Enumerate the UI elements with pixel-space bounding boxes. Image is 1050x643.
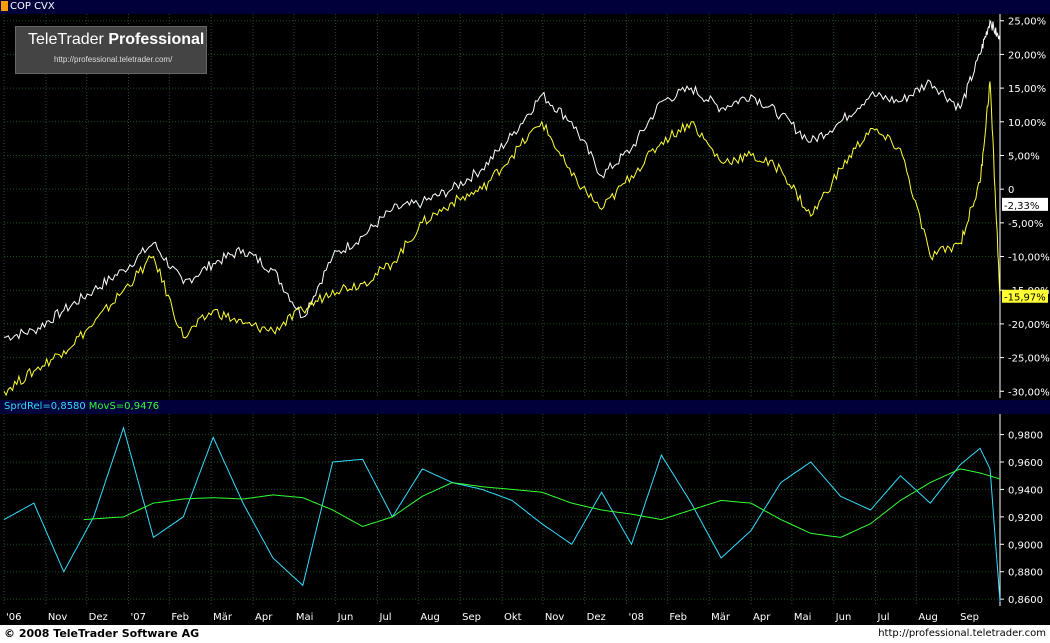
y-tick-label: 0,9400 (1008, 485, 1043, 496)
x-tick-label: Nov (48, 612, 68, 623)
y-tick-label: 0,9600 (1008, 458, 1043, 469)
footer-url: http://professional.teletrader.com (878, 628, 1046, 639)
x-tick-label: Mär (213, 612, 233, 623)
series-line-movs (83, 468, 1001, 538)
y-tick-label: -5,00% (1008, 219, 1043, 230)
x-tick-label: Dez (587, 612, 606, 623)
x-tick-label: Apr (255, 612, 273, 623)
footer: © 2008 TeleTrader Software AG http://pro… (0, 625, 1050, 643)
x-tick-label: Mai (794, 612, 812, 623)
x-tick-label: Nov (545, 612, 565, 623)
x-tick-label: Sep (960, 612, 979, 623)
chart-window: '06 Nov Dez '07 Feb Mär Apr Mai Jun Jul Aug Sep Okt N… (0, 0, 1050, 643)
y-tick-label: 15,00% (1008, 84, 1046, 95)
last-value-label: -15,97% (1004, 293, 1046, 304)
chart-canvas: '06 Nov Dez '07 Feb Mär Apr Mai Jun Jul Aug Sep Okt N… (3, 14, 1050, 623)
x-tick-label: '06 (6, 612, 21, 623)
x-tick-label: Okt (504, 612, 522, 623)
x-tick-label: Apr (753, 612, 771, 623)
y-tick-label: 0,9000 (1008, 540, 1043, 551)
movs-label: MovS=0,9476 (88, 401, 160, 412)
series-marker-icon (1, 1, 8, 11)
x-tick-label: Jul (877, 612, 890, 623)
logo-brand: TeleTrader Professional (28, 31, 205, 48)
last-value-label: -2,33% (1004, 201, 1039, 212)
x-tick-label: Aug (918, 612, 938, 623)
y-tick-label: -10,00% (1008, 253, 1050, 264)
x-tick-label: Jun (835, 612, 852, 623)
y-tick-label: 5,00% (1008, 151, 1040, 162)
x-tick-label: '07 (131, 612, 146, 623)
y-tick-label: 0,9200 (1008, 513, 1043, 524)
x-tick-label: Mär (711, 612, 731, 623)
y-tick-label: -25,00% (1008, 354, 1050, 365)
y-tick-label: 10,00% (1008, 118, 1046, 129)
title-bar: COP CVX (0, 0, 1050, 14)
y-tick-label: -30,00% (1008, 387, 1050, 398)
y-tick-label: 0,9800 (1008, 431, 1043, 442)
sprd-label: SprdRel=0,8580 (4, 401, 86, 412)
y-tick-label: 0,8600 (1008, 595, 1043, 606)
x-tick-label: Feb (669, 612, 687, 623)
x-tick-label: Jul (379, 612, 392, 623)
indicator-bar: SprdRel=0,8580 MovS=0,9476 (0, 400, 1050, 414)
x-tick-label: '08 (629, 612, 644, 623)
y-tick-label: 25,00% (1008, 17, 1046, 28)
y-tick-label: 0,8800 (1008, 568, 1043, 579)
x-tick-label: Mai (296, 612, 314, 623)
x-tick-label: Sep (462, 612, 481, 623)
symbols-label: COP CVX (10, 1, 55, 12)
y-tick-label: -20,00% (1008, 320, 1050, 331)
x-tick-label: Dez (89, 612, 108, 623)
x-tick-label: Jun (337, 612, 354, 623)
x-tick-label: Aug (420, 612, 440, 623)
teletrader-logo: TeleTrader Professional http://professio… (15, 26, 207, 74)
copyright-text: © 2008 TeleTrader Software AG (4, 627, 200, 640)
y-tick-label: 20,00% (1008, 50, 1046, 61)
y-tick-label: 0 (1008, 185, 1014, 196)
x-tick-label: Feb (171, 612, 189, 623)
logo-url: http://professional.teletrader.com/ (54, 55, 173, 64)
